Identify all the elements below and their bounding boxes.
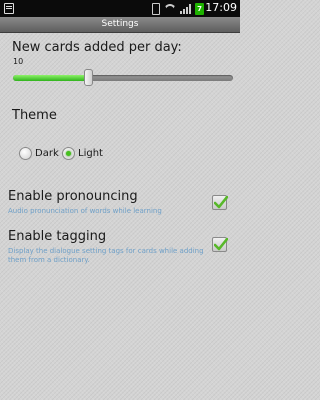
status-bar: 7 17:09 [0,0,240,17]
radio-light[interactable] [62,147,75,160]
cards-per-day-label: New cards added per day: [12,40,182,55]
pronouncing-description: Audio pronunciation of words while learn… [8,207,162,215]
notification-icon [4,3,14,14]
cards-per-day-value: 10 [13,57,24,66]
theme-heading: Theme [12,108,57,123]
check-icon [214,196,228,209]
pronouncing-title[interactable]: Enable pronouncing [8,189,138,204]
wifi-icon [164,4,176,14]
theme-option-dark-label: Dark [35,148,59,159]
tagging-checkbox[interactable] [212,237,228,252]
tagging-title[interactable]: Enable tagging [8,229,106,244]
battery-icon: 7 [195,2,204,15]
tagging-description: Display the dialogue setting tags for ca… [8,247,204,264]
theme-option-dark[interactable]: Dark [19,147,59,160]
cards-per-day-slider[interactable] [13,69,233,86]
clock: 17:09 [205,1,237,14]
theme-option-light-label: Light [78,148,103,159]
radio-dark[interactable] [19,147,32,160]
check-icon [214,238,228,251]
theme-option-light[interactable]: Light [62,147,103,160]
vibrate-icon [152,2,160,15]
page-title: Settings [0,17,240,33]
pronouncing-checkbox[interactable] [212,195,228,210]
status-icons: 7 [152,2,204,15]
slider-thumb[interactable] [83,69,93,86]
signal-icon [180,3,191,14]
slider-fill [13,75,88,81]
